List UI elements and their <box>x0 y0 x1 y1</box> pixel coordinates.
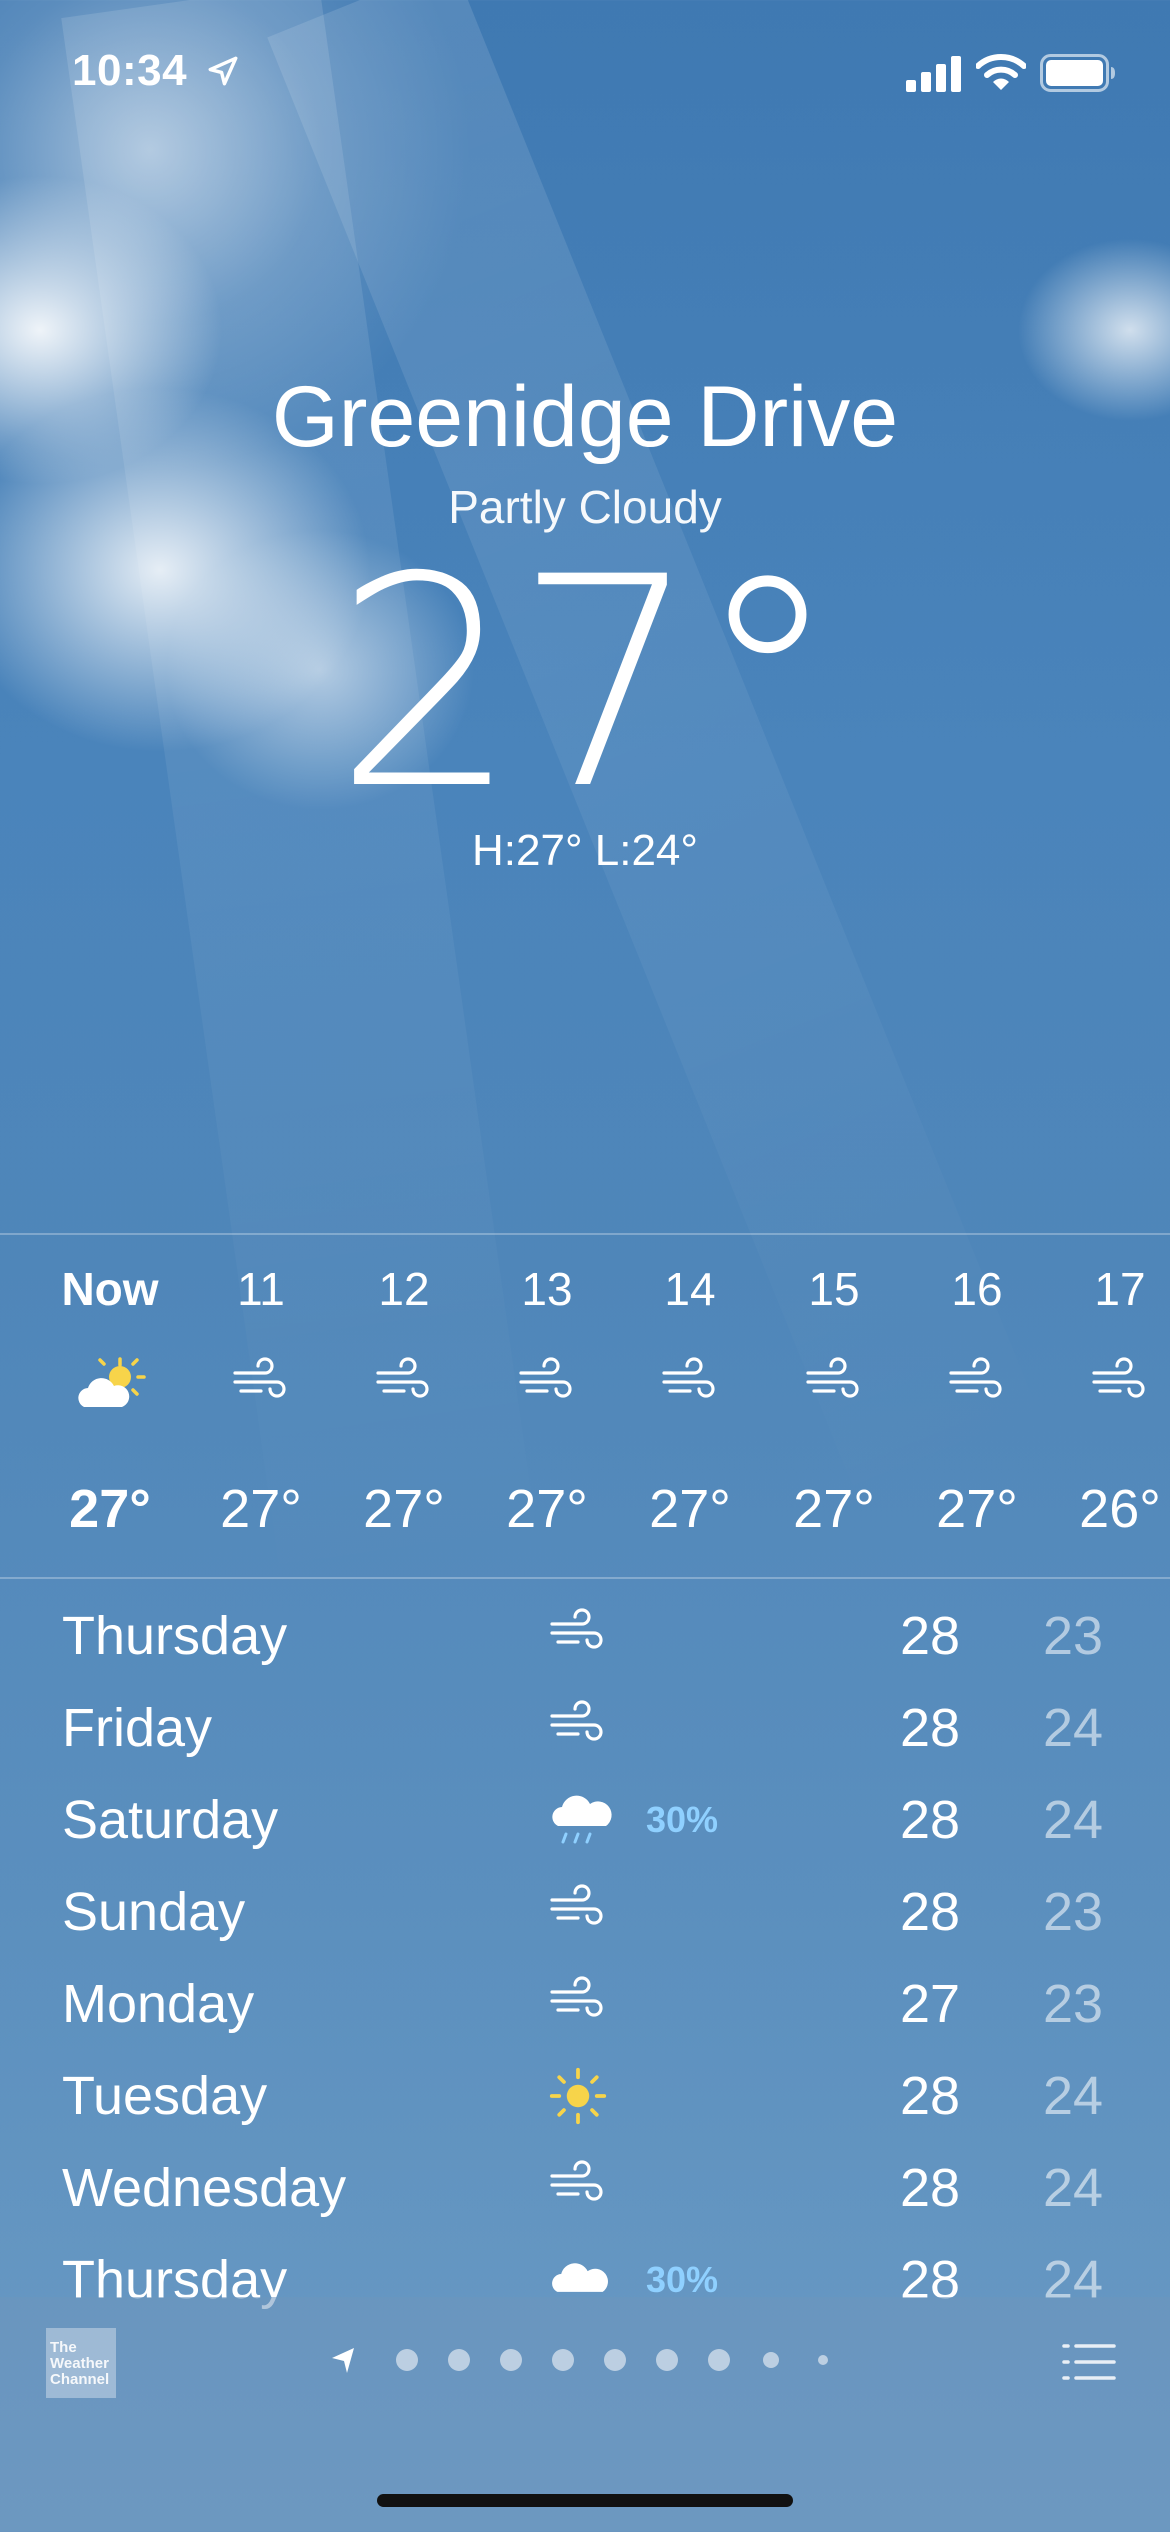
wind-icon <box>186 1355 336 1425</box>
status-bar: 10:34 <box>0 0 1170 140</box>
day-name: Friday <box>62 1698 213 1758</box>
wind-icon <box>548 1974 620 2038</box>
hour-temperature: 27° <box>363 1479 445 1539</box>
day-high: 28 <box>900 1698 961 1758</box>
wifi-icon <box>976 54 1026 90</box>
daily-row[interactable]: Friday 28 24 <box>0 1682 1170 1774</box>
page-dot <box>604 2349 626 2371</box>
page-dot <box>656 2349 678 2371</box>
current-temperature: 27° <box>333 516 840 853</box>
battery-icon <box>1040 54 1115 92</box>
cellular-signal-icon <box>906 56 961 92</box>
divider <box>0 1577 1170 1579</box>
hour-label: 14 <box>664 1263 716 1315</box>
hour-temperature: 26° <box>1079 1479 1161 1539</box>
day-high: 28 <box>900 1790 961 1850</box>
hour-temperature: 27° <box>649 1479 731 1539</box>
wind-icon <box>902 1355 1052 1425</box>
daily-row[interactable]: Saturday 30% 28 24 <box>0 1774 1170 1866</box>
day-name: Sunday <box>62 1882 246 1942</box>
hour-temperature: 27° <box>936 1479 1018 1539</box>
page-dot <box>708 2349 730 2371</box>
rain-icon <box>548 1790 620 1854</box>
daily-row[interactable]: Sunday 28 23 <box>0 1866 1170 1958</box>
day-high: 28 <box>900 2066 961 2126</box>
wind-icon <box>548 1698 620 1762</box>
page-dot <box>396 2349 418 2371</box>
day-low: 24 <box>1043 2158 1104 2218</box>
day-high: 28 <box>900 1882 961 1942</box>
page-dot <box>500 2349 522 2371</box>
hour-label: 12 <box>378 1263 430 1315</box>
hour-label: Now <box>61 1263 159 1315</box>
day-low: 23 <box>1043 1882 1104 1942</box>
hour-label: 16 <box>951 1263 1003 1315</box>
hour-temperature: 27° <box>506 1479 588 1539</box>
day-name: Saturday <box>62 1790 279 1850</box>
hour-label: 13 <box>521 1263 573 1315</box>
sun-icon <box>548 2066 620 2130</box>
day-name: Thursday <box>62 1606 288 1666</box>
wind-icon <box>548 1606 620 1670</box>
wind-icon <box>548 1882 620 1946</box>
daily-row[interactable]: Tuesday 28 24 <box>0 2050 1170 2142</box>
page-dot <box>763 2352 779 2368</box>
page-dot <box>448 2349 470 2371</box>
page-indicator[interactable] <box>330 2340 850 2380</box>
wind-icon <box>1045 1355 1170 1425</box>
day-name: Tuesday <box>62 2066 268 2126</box>
wind-icon <box>548 2158 620 2222</box>
page-dot <box>818 2355 828 2365</box>
partly-cloudy-icon <box>35 1355 185 1425</box>
list-icon[interactable] <box>1062 2340 1116 2384</box>
day-low: 24 <box>1043 2066 1104 2126</box>
day-low: 24 <box>1043 1698 1104 1758</box>
hour-temperature: 27° <box>793 1479 875 1539</box>
hour-label: 11 <box>237 1263 285 1315</box>
hour-label: 15 <box>808 1263 860 1315</box>
hour-label: 17 <box>1094 1263 1146 1315</box>
daily-row[interactable]: Thursday 28 23 <box>0 1590 1170 1682</box>
day-high: 28 <box>900 2158 961 2218</box>
hour-temperature: 27° <box>220 1479 302 1539</box>
hour-temperature: 27° <box>69 1479 151 1539</box>
wind-icon <box>759 1355 909 1425</box>
wind-icon <box>329 1355 479 1425</box>
day-low: 23 <box>1043 1974 1104 2034</box>
day-high: 27 <box>900 1974 961 2034</box>
day-name: Wednesday <box>62 2158 347 2218</box>
day-low: 23 <box>1043 1606 1104 1666</box>
wind-icon <box>615 1355 765 1425</box>
day-name: Monday <box>62 1974 255 2034</box>
page-dot <box>552 2349 574 2371</box>
day-high: 28 <box>900 1606 961 1666</box>
wind-icon <box>472 1355 622 1425</box>
precipitation-chance: 30% <box>646 1799 719 1840</box>
day-low: 24 <box>1043 1790 1104 1850</box>
daily-row[interactable]: Monday 27 23 <box>0 1958 1170 2050</box>
weather-channel-logo[interactable]: The Weather Channel <box>46 2328 116 2398</box>
location-name: Greenidge Drive <box>271 369 899 465</box>
daily-row[interactable]: Wednesday 28 24 <box>0 2142 1170 2234</box>
status-time: 10:34 <box>72 46 188 95</box>
home-indicator[interactable] <box>377 2494 793 2507</box>
high-low-temperature: H:27° L:24° <box>472 826 698 875</box>
location-arrow-icon <box>208 56 238 86</box>
location-arrow-icon <box>332 2348 354 2373</box>
divider <box>0 1233 1170 1235</box>
